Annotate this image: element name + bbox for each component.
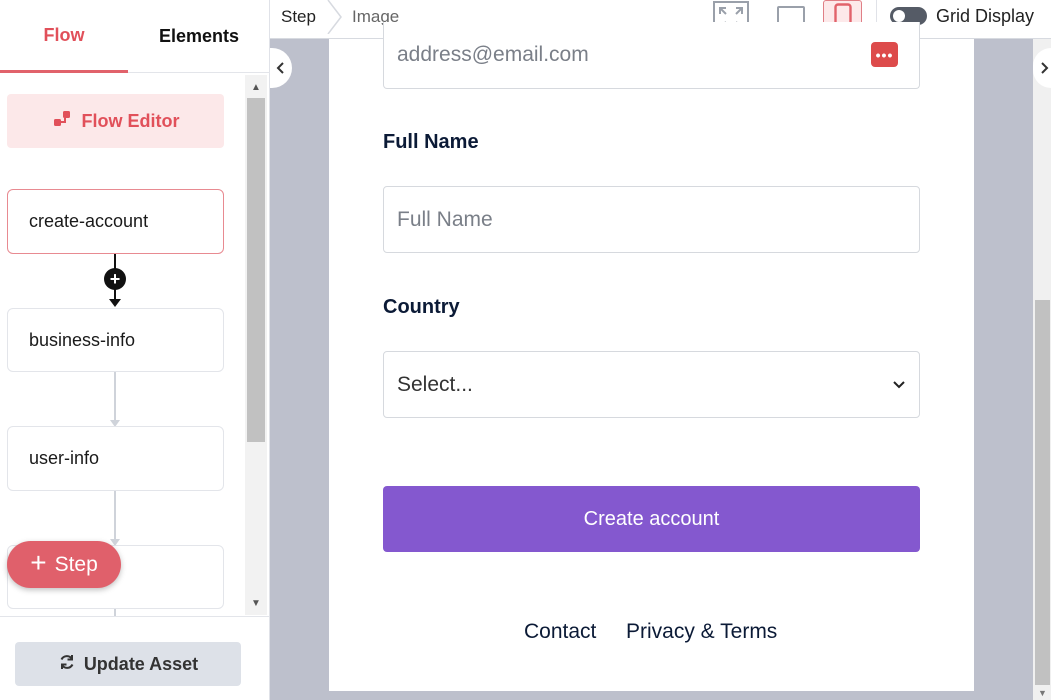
chevron-down-icon [893,381,905,389]
country-select-value: Select... [397,372,473,396]
tab-elements[interactable]: Elements [128,0,270,73]
contact-link[interactable]: Contact [524,620,596,644]
add-step-plus-icon[interactable]: + [104,268,126,290]
password-manager-icon[interactable]: ••• [871,42,898,67]
full-name-label: Full Name [383,131,479,153]
breadcrumb-step[interactable]: Step [281,0,316,33]
full-name-field[interactable]: Full Name [383,186,920,253]
step-card-business-info[interactable]: business-info [7,308,224,372]
plus-icon: + [30,547,47,578]
steps-scrollbar-thumb[interactable] [247,98,265,442]
step-card-user-info[interactable]: user-info [7,426,224,491]
email-placeholder: address@email.com [397,43,589,66]
refresh-icon [58,653,76,676]
flow-editor-button[interactable]: Flow Editor [7,94,224,148]
step-card-create-account[interactable]: create-account [7,189,224,254]
country-label: Country [383,296,460,318]
tab-flow[interactable]: Flow [0,0,128,73]
toggle-knob [893,10,905,22]
country-select[interactable]: Select... [383,351,920,418]
email-field[interactable]: address@email.com ••• [383,22,920,89]
add-step-button[interactable]: + Step [7,541,121,588]
chevron-left-icon [276,62,284,74]
canvas-scrollbar-thumb[interactable] [1035,300,1050,685]
grid-display-label: Grid Display [936,5,1035,26]
chevron-right-icon [1041,62,1049,74]
flow-editor-icon [52,109,72,134]
add-step-label: Step [54,552,98,576]
update-asset-label: Update Asset [83,653,199,674]
step-connector [114,372,116,422]
canvas-scroll-down-icon[interactable]: ▼ [1035,685,1050,700]
step-connector [114,491,116,541]
scroll-down-icon[interactable]: ▼ [247,594,265,612]
panel-tabs: Flow Elements [0,0,270,73]
create-account-button[interactable]: Create account [383,486,920,552]
left-panel: Flow Elements Flow Editor + create-accou… [0,0,270,700]
privacy-terms-link[interactable]: Privacy & Terms [626,620,777,644]
update-asset-button[interactable]: Update Asset [15,642,241,686]
full-name-placeholder: Full Name [397,207,493,231]
breadcrumb-separator-icon [327,0,342,34]
flow-editor-label: Flow Editor [81,110,180,131]
scroll-up-icon[interactable]: ▲ [247,78,265,96]
